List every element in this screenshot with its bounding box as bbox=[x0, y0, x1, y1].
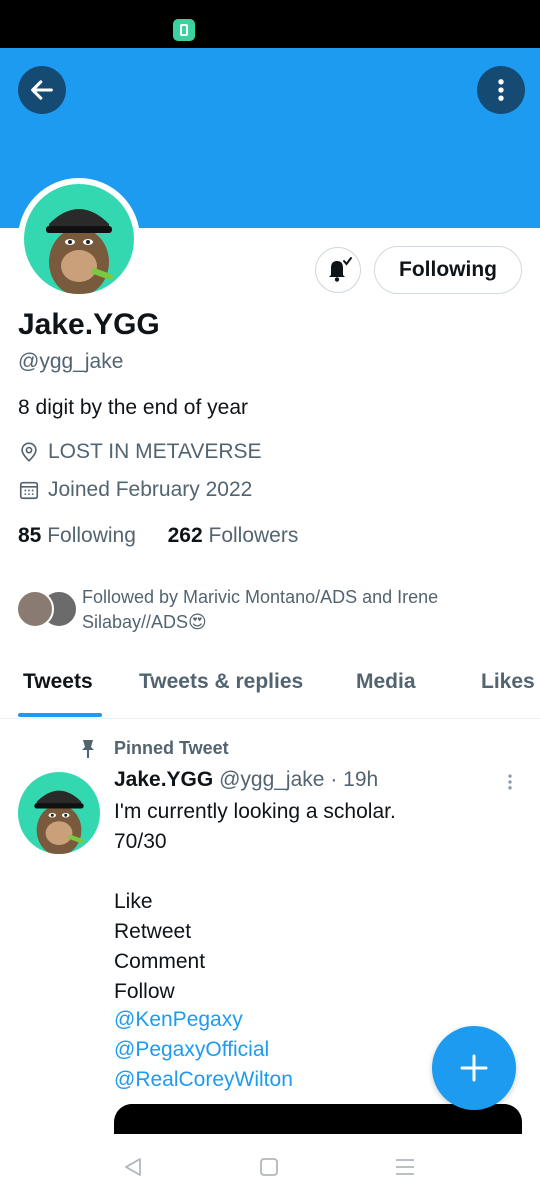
location-pin-icon bbox=[21, 442, 37, 462]
tweet-author-avatar[interactable] bbox=[18, 772, 100, 854]
follow-counts: 85 Following 262 Followers bbox=[18, 524, 298, 548]
more-options-button[interactable] bbox=[477, 66, 525, 114]
following-button[interactable]: Following bbox=[374, 246, 522, 294]
followed-by-text[interactable]: Followed by Marivic Montano/ADS and Iren… bbox=[82, 585, 502, 635]
pinned-text: Pinned Tweet bbox=[114, 738, 229, 758]
tweet-more-button[interactable] bbox=[498, 770, 522, 794]
following-count-link[interactable]: 85 Following bbox=[18, 524, 136, 547]
profile-name: Jake.YGG bbox=[18, 308, 160, 341]
pin-icon bbox=[82, 739, 94, 758]
profile-joined: Joined February 2022 bbox=[18, 478, 252, 502]
tweet-author-name[interactable]: Jake.YGG bbox=[114, 768, 213, 791]
profile-handle: @ygg_jake bbox=[18, 350, 124, 373]
location-text: LOST IN METAVERSE bbox=[48, 440, 262, 463]
profile-location: LOST IN METAVERSE bbox=[18, 440, 262, 464]
status-bar bbox=[0, 0, 540, 48]
compose-tweet-button[interactable] bbox=[432, 1026, 516, 1110]
avatar bbox=[16, 590, 54, 628]
tab-likes[interactable]: Likes bbox=[481, 670, 535, 694]
more-vertical-icon bbox=[498, 79, 504, 101]
mention-link[interactable]: @RealCoreyWilton bbox=[114, 1068, 293, 1092]
bell-check-icon bbox=[329, 257, 352, 282]
profile-tabs: Tweets Tweets & replies Media Likes bbox=[0, 662, 540, 719]
arrow-left-icon bbox=[31, 80, 53, 100]
tweet-media[interactable] bbox=[114, 1104, 522, 1134]
tweet-author-handle[interactable]: @ygg_jake bbox=[219, 768, 324, 791]
following-count: 85 bbox=[18, 524, 42, 547]
app-notification-icon bbox=[173, 19, 195, 41]
tab-tweets-replies[interactable]: Tweets & replies bbox=[139, 670, 303, 694]
menu-icon[interactable] bbox=[394, 1157, 416, 1177]
tab-media[interactable]: Media bbox=[356, 670, 416, 694]
active-tab-indicator bbox=[18, 713, 102, 717]
square-home-icon[interactable] bbox=[259, 1157, 279, 1177]
following-label: Following bbox=[47, 524, 136, 547]
joined-text: Joined February 2022 bbox=[48, 478, 253, 501]
followers-count: 262 bbox=[167, 524, 203, 547]
system-navigation-bar bbox=[0, 1134, 540, 1200]
profile-avatar[interactable] bbox=[18, 178, 140, 300]
ape-avatar-image bbox=[34, 790, 85, 854]
tab-tweets[interactable]: Tweets bbox=[23, 670, 93, 694]
notifications-bell-button[interactable] bbox=[315, 247, 361, 293]
tweet-time: · 19h bbox=[330, 768, 379, 791]
pinned-tweet-label: Pinned Tweet bbox=[80, 738, 229, 759]
calendar-icon bbox=[19, 481, 39, 500]
tweet-text: I'm currently looking a scholar. 70/30 L… bbox=[114, 800, 396, 1003]
more-vertical-icon bbox=[508, 774, 512, 790]
back-button[interactable] bbox=[18, 66, 66, 114]
followers-count-link[interactable]: 262 Followers bbox=[168, 524, 299, 547]
plus-icon bbox=[460, 1054, 488, 1082]
followed-by-avatars bbox=[16, 590, 78, 628]
ape-avatar-image bbox=[46, 209, 113, 294]
profile-bio: 8 digit by the end of year bbox=[18, 396, 248, 419]
tweet-header: Jake.YGG @ygg_jake · 19h bbox=[114, 768, 378, 792]
mention-link[interactable]: @PegaxyOfficial bbox=[114, 1038, 269, 1062]
followers-label: Followers bbox=[208, 524, 299, 547]
mention-link[interactable]: @KenPegaxy bbox=[114, 1008, 243, 1032]
triangle-back-icon[interactable] bbox=[122, 1156, 144, 1178]
